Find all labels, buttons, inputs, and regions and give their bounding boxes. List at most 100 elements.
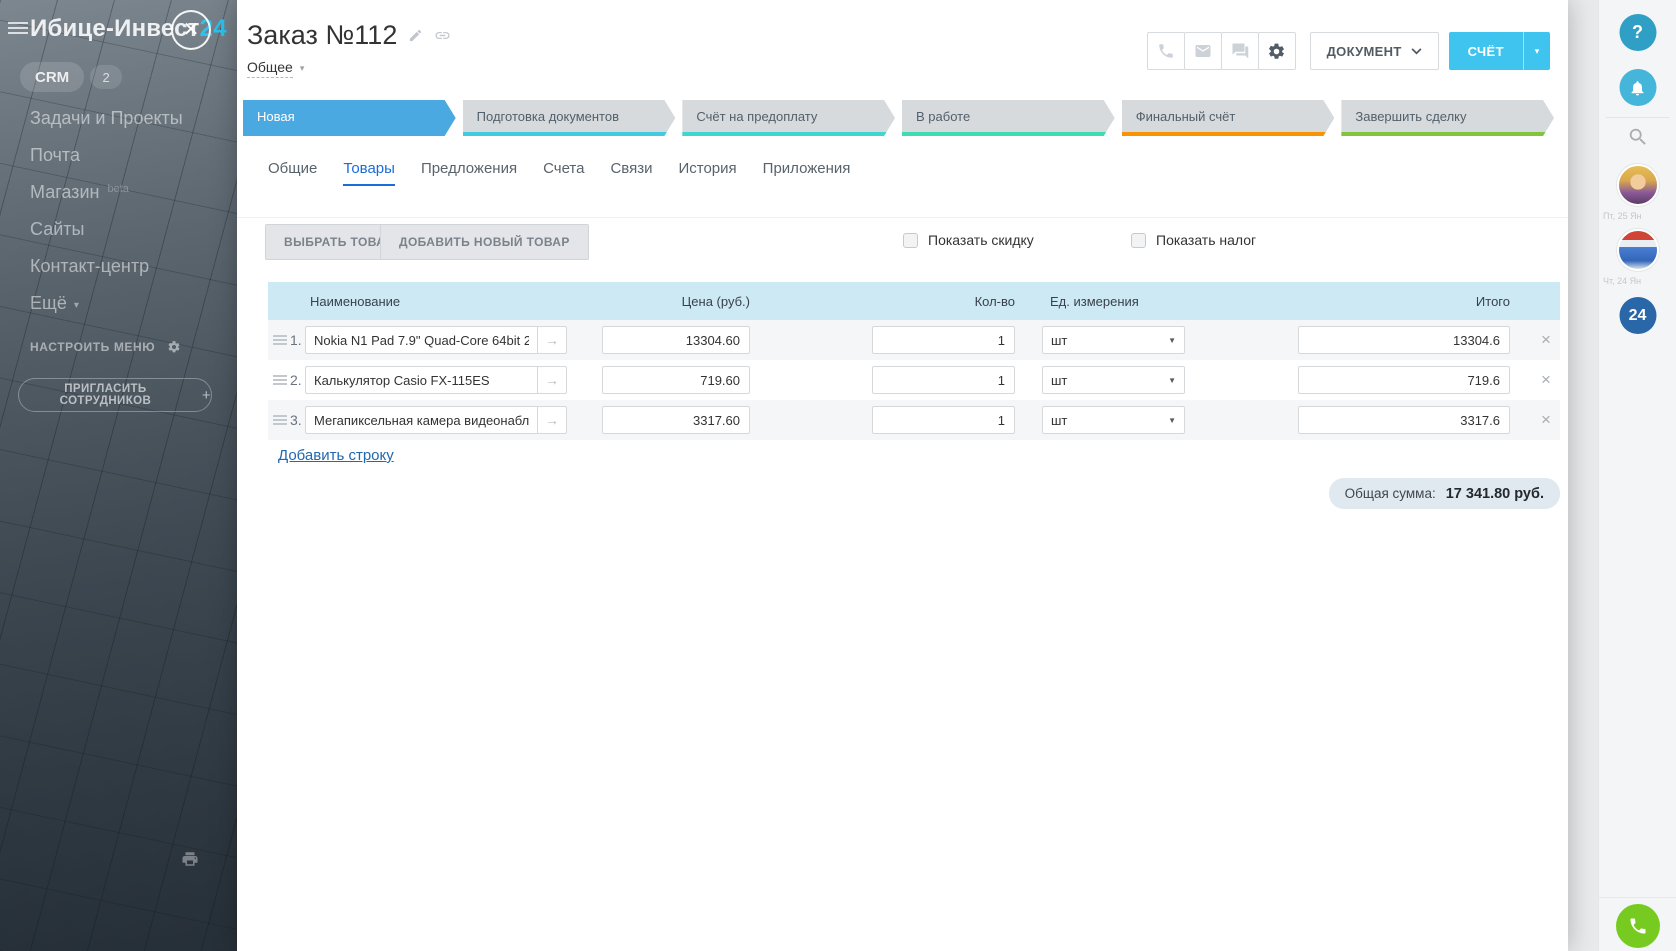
- drag-handle-icon[interactable]: [273, 375, 287, 385]
- open-product-icon[interactable]: →: [537, 406, 567, 434]
- quantity-input[interactable]: [872, 406, 1015, 434]
- product-name-input[interactable]: [305, 326, 537, 354]
- unit-cell: шт ▼: [1042, 366, 1185, 394]
- tab-invoices[interactable]: Счета: [543, 160, 584, 186]
- product-name-cell: →: [305, 326, 567, 354]
- total-input[interactable]: [1298, 326, 1510, 354]
- add-new-product-button[interactable]: ДОБАВИТЬ НОВЫЙ ТОВАР: [380, 224, 589, 260]
- price-input[interactable]: [602, 366, 750, 394]
- menu-toggle-icon[interactable]: [8, 22, 28, 36]
- column-header-total: Итого: [1298, 282, 1510, 320]
- telephony-button[interactable]: [1616, 904, 1660, 948]
- invoice-dropdown-arrow[interactable]: ▾: [1523, 32, 1550, 70]
- sidebar-item-shop[interactable]: Магазинbeta: [30, 174, 183, 211]
- open-product-icon[interactable]: →: [537, 366, 567, 394]
- row-number: 1.: [290, 332, 302, 348]
- show-tax-checkbox[interactable]: [1131, 233, 1146, 248]
- sidebar-item-sites[interactable]: Сайты: [30, 211, 183, 248]
- tab-history[interactable]: История: [678, 160, 736, 186]
- add-row-link[interactable]: Добавить строку: [278, 447, 394, 464]
- timeline-avatar[interactable]: [1617, 229, 1659, 271]
- price-input[interactable]: [602, 406, 750, 434]
- stage-in-progress[interactable]: В работе: [902, 100, 1115, 136]
- product-name-input[interactable]: [305, 366, 537, 394]
- stage-prepayment-invoice[interactable]: Счёт на предоплату: [682, 100, 895, 136]
- tab-apps[interactable]: Приложения: [763, 160, 851, 186]
- sidebar-item-mail[interactable]: Почта: [30, 137, 183, 174]
- call-button[interactable]: [1147, 32, 1185, 70]
- configure-menu-label: НАСТРОИТЬ МЕНЮ: [30, 340, 155, 354]
- invite-employees-button[interactable]: ПРИГЛАСИТЬ СОТРУДНИКОВ +: [18, 378, 212, 412]
- total-cell: [1298, 406, 1510, 434]
- tab-products[interactable]: Товары: [343, 160, 395, 186]
- deal-stage-bar: Новая Подготовка документов Счёт на пред…: [243, 100, 1554, 136]
- delete-row-icon[interactable]: ×: [1536, 410, 1556, 430]
- product-name-cell: →: [305, 406, 567, 434]
- open-product-icon[interactable]: →: [537, 326, 567, 354]
- category-label: Общее: [247, 59, 293, 78]
- stage-new[interactable]: Новая: [243, 100, 456, 136]
- stage-docs-preparation[interactable]: Подготовка документов: [463, 100, 676, 136]
- bell-icon: [1629, 79, 1647, 97]
- drag-handle-icon[interactable]: [273, 335, 287, 345]
- document-button-label: ДОКУМЕНТ: [1327, 44, 1402, 59]
- total-input[interactable]: [1298, 406, 1510, 434]
- products-table-header: Наименование Цена (руб.) Кол-во Ед. изме…: [268, 282, 1560, 320]
- configure-menu-button[interactable]: НАСТРОИТЬ МЕНЮ: [30, 340, 181, 354]
- page-title-row: Заказ №112: [247, 20, 451, 51]
- invoice-split-button: СЧЁТ ▾: [1449, 32, 1550, 70]
- total-input[interactable]: [1298, 366, 1510, 394]
- screen: Ибице-Инвест24 CRM 2 Задачи и Проекты По…: [0, 0, 1676, 951]
- sidebar-item-contact-center[interactable]: Контакт-центр: [30, 248, 183, 285]
- delete-row-icon[interactable]: ×: [1536, 330, 1556, 350]
- settings-button[interactable]: [1258, 32, 1296, 70]
- column-header-unit: Ед. измерения: [1050, 282, 1139, 320]
- total-cell: [1298, 326, 1510, 354]
- product-name-cell: →: [305, 366, 567, 394]
- bitrix24-button[interactable]: 24: [1619, 297, 1656, 334]
- stage-close-deal[interactable]: Завершить сделку: [1341, 100, 1554, 136]
- tab-general[interactable]: Общие: [268, 160, 317, 186]
- quantity-input[interactable]: [872, 326, 1015, 354]
- tab-quotes[interactable]: Предложения: [421, 160, 517, 186]
- sidebar-item-crm[interactable]: CRM: [20, 62, 84, 92]
- unit-select[interactable]: шт: [1042, 366, 1185, 394]
- chat-button[interactable]: [1221, 32, 1259, 70]
- price-input[interactable]: [602, 326, 750, 354]
- copy-link-icon[interactable]: [434, 27, 451, 44]
- sidebar-item-more[interactable]: Ещё▾: [30, 285, 183, 322]
- delete-row-icon[interactable]: ×: [1536, 370, 1556, 390]
- plus-icon: +: [202, 387, 211, 404]
- document-dropdown-button[interactable]: ДОКУМЕНТ: [1310, 32, 1439, 70]
- drag-handle-icon[interactable]: [273, 415, 287, 425]
- phone-icon: [1157, 42, 1175, 60]
- email-button[interactable]: [1184, 32, 1222, 70]
- total-sum-label: Общая сумма:: [1345, 486, 1436, 501]
- tab-links[interactable]: Связи: [610, 160, 652, 186]
- category-selector[interactable]: Общее ▾: [247, 59, 304, 78]
- show-tax-option: Показать налог: [1131, 232, 1256, 248]
- price-cell: [602, 406, 750, 434]
- notifications-button[interactable]: [1619, 69, 1656, 106]
- unit-select[interactable]: шт: [1042, 406, 1185, 434]
- right-sidebar: ? Пт, 25 Ян Чт, 24 Ян 24: [1598, 0, 1676, 951]
- quantity-input[interactable]: [872, 366, 1015, 394]
- show-discount-checkbox[interactable]: [903, 233, 918, 248]
- search-button[interactable]: [1627, 126, 1649, 151]
- print-icon[interactable]: [180, 850, 200, 868]
- sidebar-item-tasks[interactable]: Задачи и Проекты: [30, 100, 183, 137]
- phone-icon: [1628, 916, 1648, 936]
- timeline-avatar[interactable]: [1617, 164, 1659, 206]
- chevron-down-icon: [1411, 48, 1422, 55]
- invoice-button[interactable]: СЧЁТ: [1449, 32, 1523, 70]
- table-row: 3. → шт ▼ ×: [268, 400, 1560, 440]
- product-name-input[interactable]: [305, 406, 537, 434]
- edit-title-icon[interactable]: [408, 28, 423, 43]
- mail-icon: [1194, 42, 1212, 60]
- unit-select[interactable]: шт: [1042, 326, 1185, 354]
- close-slider-button[interactable]: ✕: [171, 10, 211, 50]
- divider: [1599, 897, 1676, 898]
- order-slider-panel: Заказ №112 Общее ▾: [237, 0, 1568, 951]
- help-button[interactable]: ?: [1619, 14, 1656, 51]
- stage-final-invoice[interactable]: Финальный счёт: [1122, 100, 1335, 136]
